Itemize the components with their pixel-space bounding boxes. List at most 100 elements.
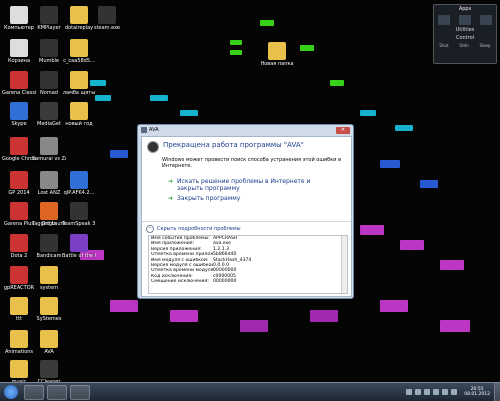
- desktop-icon-label: новый год: [65, 121, 93, 127]
- desktop-icon-label: SyStemes: [36, 316, 62, 322]
- wallpaper-bar: [150, 95, 168, 101]
- close-program-option[interactable]: ➜ Закрыть программу: [142, 192, 351, 202]
- gadget-row: [434, 15, 496, 25]
- desktop-icon[interactable]: KMPlayer: [32, 6, 66, 31]
- skype-icon: [10, 102, 28, 120]
- desktop-icon-label: c_caa58d5...: [63, 58, 95, 64]
- desktop-icon[interactable]: GP 2014: [2, 171, 36, 196]
- desktop-icon[interactable]: Компьютер: [2, 6, 36, 31]
- desktop-icon-label: Origin: [41, 221, 57, 227]
- gadget-tile[interactable]: [458, 15, 471, 25]
- desktop-icon-label: Dota 2: [10, 253, 28, 259]
- close-button[interactable]: ✕: [336, 126, 350, 134]
- network-icon[interactable]: [442, 389, 449, 395]
- show-desktop-button[interactable]: [494, 383, 500, 401]
- desktop-icon[interactable]: Google Chrome: [2, 137, 36, 162]
- taskbar-skype-button[interactable]: [24, 384, 44, 400]
- desktop-icon[interactable]: qIP.AFK4.2...: [62, 171, 96, 196]
- ccleaner-icon: [40, 360, 58, 378]
- gadget-footer-item[interactable]: Sleep: [479, 43, 490, 48]
- desktop-icon-label: GP 2014: [8, 190, 30, 196]
- garena-icon: [10, 71, 28, 89]
- wallpaper-bar: [360, 110, 376, 116]
- folder-icon: [268, 42, 286, 60]
- desktop-icon[interactable]: Nomad: [32, 71, 66, 96]
- desktop-icon-label: TeamSpeak 3 Client: [62, 221, 96, 227]
- desktop-icon[interactable]: TeamSpeak 3 Client: [62, 202, 96, 227]
- tray-icon[interactable]: [424, 389, 431, 395]
- gadget-label[interactable]: Utilities: [434, 27, 496, 33]
- desktop-icon[interactable]: c_caa58d5...: [62, 39, 96, 64]
- desktop-icon[interactable]: ламба щяты: [62, 71, 96, 96]
- wallpaper-bar: [420, 180, 438, 188]
- search-solution-option[interactable]: ➜ Искать решение проблемы в Интернете и …: [142, 175, 351, 192]
- mediaget-icon: [40, 102, 58, 120]
- taskbar: 20:55 08.01.2012: [0, 382, 500, 401]
- desktop-icon-label: steam.exe: [93, 25, 121, 31]
- desktop-icon[interactable]: Garena Plus: [2, 202, 36, 227]
- wallpaper-bar: [330, 80, 344, 86]
- apps-gadget[interactable]: Apps Utilities Control Shut Stdn Sleep: [433, 4, 497, 64]
- folder-icon: [10, 330, 28, 348]
- divider: [142, 221, 351, 222]
- wallpaper-bar: [360, 225, 384, 235]
- wallpaper-bar: [395, 125, 413, 131]
- desktop-icon[interactable]: CCleaner: [32, 360, 66, 382]
- origin-icon: [40, 202, 58, 220]
- desktop-icon-label: ttt: [16, 316, 22, 322]
- desktop-icon[interactable]: Корзина: [2, 39, 36, 64]
- desktop-icon[interactable]: music: [2, 360, 36, 382]
- gadget-footer-item[interactable]: Stdn: [459, 43, 468, 48]
- desktop-icon[interactable]: steam.exe: [90, 6, 124, 31]
- tray-icon[interactable]: [406, 389, 413, 395]
- clock[interactable]: 20:55 08.01.2012: [464, 387, 490, 397]
- desktop-icon[interactable]: Battle of the Immortals: [62, 234, 96, 259]
- stop-icon: [147, 141, 159, 153]
- desktop-icon[interactable]: Dota 2: [2, 234, 36, 259]
- desktop-icon[interactable]: Samurai vs Zombies 2: [32, 137, 66, 162]
- tray-icon[interactable]: [415, 389, 422, 395]
- wallpaper-bar: [400, 240, 424, 250]
- wallpaper-bar: [230, 40, 242, 45]
- system-tray: 20:55 08.01.2012: [406, 383, 500, 401]
- desktop-icon[interactable]: Bandicam: [32, 234, 66, 259]
- desktop-icon[interactable]: Garena Classic: [2, 71, 36, 96]
- folder-icon: [70, 6, 88, 24]
- taskbar-ava-button[interactable]: [70, 384, 90, 400]
- desktop-icon[interactable]: Origin: [32, 202, 66, 227]
- taskbar-explorer-button[interactable]: [47, 384, 67, 400]
- tray-icon[interactable]: [433, 389, 440, 395]
- gadget-footer-item[interactable]: Shut: [439, 43, 448, 48]
- details-list[interactable]: Имя события проблемы: APPCRASH Имя приложе…: [148, 235, 348, 294]
- desktop-icon[interactable]: AVA: [32, 330, 66, 355]
- desktop-icon[interactable]: Animations: [2, 330, 36, 355]
- desktop-icon[interactable]: SyStemes: [32, 297, 66, 322]
- start-button[interactable]: [4, 385, 18, 399]
- gadget-tile[interactable]: [479, 15, 492, 25]
- desktop-icon[interactable]: MediaGet: [32, 102, 66, 127]
- reactor-icon: [10, 266, 28, 284]
- desktop-icon[interactable]: system: [32, 266, 66, 291]
- folder-icon: [70, 71, 88, 89]
- desktop-icon[interactable]: Новая папка: [260, 42, 294, 67]
- desktop-icon[interactable]: Lost ANZ: [32, 171, 66, 196]
- kmplayer-icon: [40, 6, 58, 24]
- details-toggle[interactable]: ⌃ Скрыть подробности проблемы: [146, 225, 241, 233]
- chrome-icon: [10, 137, 28, 155]
- gadget-label[interactable]: Control: [434, 35, 496, 41]
- volume-icon[interactable]: [451, 389, 458, 395]
- scrollbar[interactable]: [341, 236, 347, 293]
- desktop-icon[interactable]: Mumble: [32, 39, 66, 64]
- desktop-icon-label: Animations: [4, 349, 34, 355]
- details-label: Скрыть подробности проблемы: [157, 226, 241, 232]
- gadget-tile[interactable]: [438, 15, 451, 25]
- desktop-icon[interactable]: Skype: [2, 102, 36, 127]
- dialog-titlebar[interactable]: AVA ✕: [138, 125, 353, 135]
- wallpaper-bar: [110, 150, 128, 158]
- folder-icon: [70, 102, 88, 120]
- wallpaper-bar: [440, 320, 470, 332]
- desktop-icon[interactable]: gpREACTOR: [2, 266, 36, 291]
- desktop-icon-label: Lost ANZ: [37, 190, 61, 196]
- desktop-icon[interactable]: ttt: [2, 297, 36, 322]
- desktop-icon[interactable]: новый год: [62, 102, 96, 127]
